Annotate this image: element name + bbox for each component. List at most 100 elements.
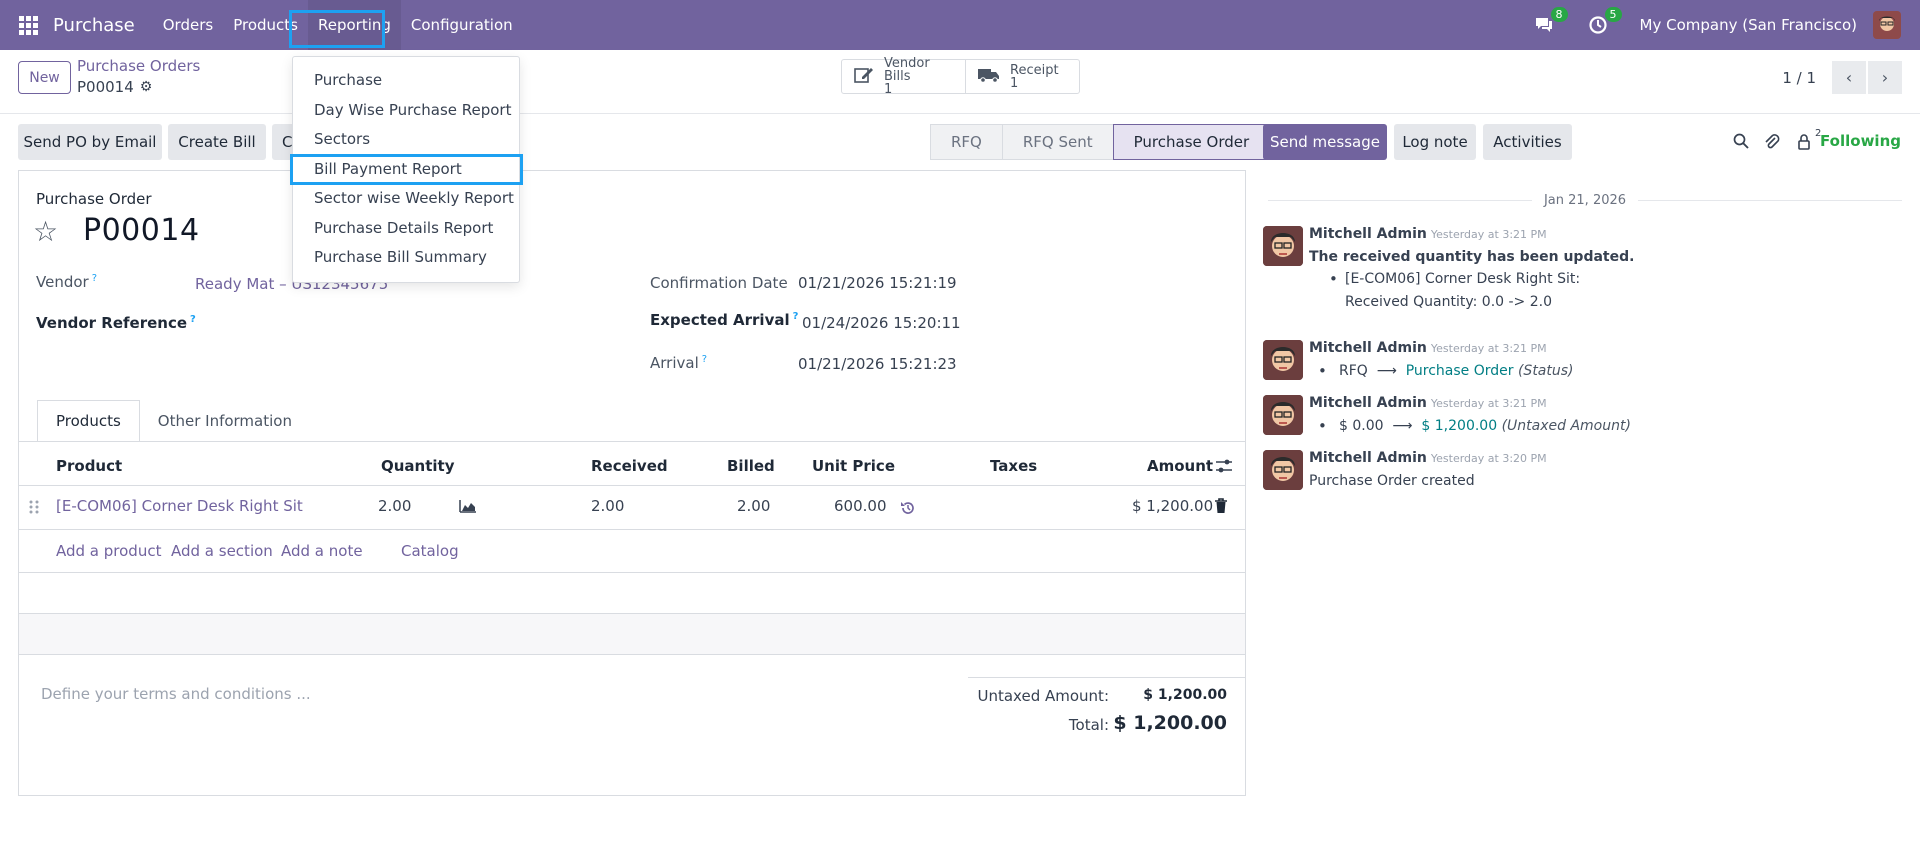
message-author: Mitchell Admin Yesterday at 3:21 PM: [1309, 395, 1547, 411]
control-panel: New Purchase Orders P00014 ⚙ Vendor Bill…: [0, 50, 1920, 114]
menu-item-sectors[interactable]: Sectors: [293, 125, 519, 153]
help-icon[interactable]: ?: [702, 354, 707, 365]
user-avatar[interactable]: [1873, 11, 1901, 39]
vendor-bills-count: 1: [884, 82, 893, 97]
record-name-label: P00014: [77, 78, 134, 96]
col-received[interactable]: Received: [591, 457, 668, 475]
pager-value[interactable]: 1 / 1: [1782, 69, 1816, 87]
log-note-button[interactable]: Log note: [1394, 124, 1476, 160]
old-value: $ 0.00: [1339, 418, 1384, 434]
form-header-label: Purchase Order: [36, 190, 152, 208]
help-icon[interactable]: ?: [92, 273, 97, 284]
send-message-button[interactable]: Send message: [1263, 124, 1387, 160]
author-name[interactable]: Mitchell Admin: [1309, 395, 1427, 411]
trash-icon[interactable]: [1214, 498, 1228, 518]
add-product-link[interactable]: Add a product: [56, 542, 161, 560]
terms-conditions-input[interactable]: Define your terms and conditions ...: [41, 685, 311, 703]
menu-configuration[interactable]: Configuration: [401, 0, 523, 50]
top-navbar: Purchase Orders Products Reporting Confi…: [0, 0, 1920, 50]
pager-previous-button[interactable]: ‹: [1832, 61, 1866, 94]
star-icon[interactable]: ☆: [33, 215, 58, 248]
messages-icon[interactable]: 8: [1532, 7, 1568, 37]
col-taxes[interactable]: Taxes: [990, 457, 1037, 475]
confirmation-date-label: Confirmation Date: [650, 274, 788, 292]
author-avatar[interactable]: [1263, 450, 1303, 490]
author-name[interactable]: Mitchell Admin: [1309, 450, 1427, 466]
col-product[interactable]: Product: [56, 457, 122, 475]
send-po-email-button[interactable]: Send PO by Email: [18, 124, 162, 160]
stage-purchase-order[interactable]: Purchase Order: [1112, 124, 1271, 160]
menu-item-day-wise-purchase-report[interactable]: Day Wise Purchase Report: [293, 96, 519, 124]
new-button[interactable]: New: [18, 61, 71, 94]
col-billed[interactable]: Billed: [727, 457, 775, 475]
receipt-count: 1: [1010, 75, 1019, 91]
table-row[interactable]: [E-COM06] Corner Desk Right Sit 2.00 2.0…: [19, 486, 1245, 530]
help-icon[interactable]: ?: [190, 314, 196, 325]
catalog-link[interactable]: Catalog: [401, 542, 459, 560]
vendor-bills-button[interactable]: Vendor Bills 1: [842, 57, 965, 96]
column-settings-icon[interactable]: [1215, 458, 1233, 478]
arrow-right-icon: ⟶: [1387, 418, 1417, 434]
receipt-button[interactable]: Receipt 1: [965, 60, 1079, 93]
stage-rfq[interactable]: RFQ: [930, 124, 1002, 160]
row-received[interactable]: 2.00: [591, 497, 624, 515]
activities-button[interactable]: Activities: [1483, 124, 1572, 160]
row-unit-price[interactable]: 600.00: [834, 497, 887, 515]
menu-orders[interactable]: Orders: [153, 0, 223, 50]
col-amount[interactable]: Amount: [1147, 457, 1213, 475]
gear-icon[interactable]: ⚙: [140, 79, 153, 95]
tab-products[interactable]: Products: [37, 400, 140, 442]
drag-handle-icon[interactable]: [29, 499, 39, 519]
col-quantity[interactable]: Quantity: [381, 457, 455, 475]
bullet: •: [1318, 417, 1327, 435]
status-bar: RFQ RFQ Sent Purchase Order: [930, 124, 1271, 160]
company-switcher[interactable]: My Company (San Francisco): [1640, 16, 1857, 34]
add-lines-row: Add a product Add a section Add a note C…: [19, 530, 1245, 573]
total-label: Total:: [1068, 716, 1109, 734]
untaxed-amount-value: $ 1,200.00: [1143, 687, 1227, 703]
bullet: •: [1329, 270, 1338, 288]
menu-item-sector-wise-weekly-report[interactable]: Sector wise Weekly Report: [293, 184, 519, 212]
row-product[interactable]: [E-COM06] Corner Desk Right Sit: [56, 497, 303, 515]
expected-arrival-label-text: Expected Arrival: [650, 311, 790, 329]
date-separator: Jan 21, 2026: [1268, 190, 1902, 210]
pager-next-button[interactable]: ›: [1868, 61, 1902, 94]
following-button[interactable]: Following: [1820, 132, 1901, 150]
breadcrumb[interactable]: Purchase Orders: [77, 57, 200, 75]
tab-other-information[interactable]: Other Information: [140, 400, 310, 442]
search-icon[interactable]: [1733, 133, 1749, 153]
paperclip-icon[interactable]: [1764, 133, 1780, 155]
author-name[interactable]: Mitchell Admin: [1309, 226, 1427, 242]
add-note-link[interactable]: Add a note: [281, 542, 363, 560]
record-name: P00014 ⚙: [77, 78, 152, 96]
message-time: Yesterday at 3:21 PM: [1430, 228, 1547, 241]
row-quantity[interactable]: 2.00: [378, 497, 411, 515]
confirmation-date-field[interactable]: 01/21/2026 15:21:19: [798, 274, 957, 292]
chatter-message: Mitchell Admin Yesterday at 3:21 PM • $ 0…: [1263, 395, 1903, 439]
menu-item-purchase-details-report[interactable]: Purchase Details Report: [293, 214, 519, 242]
message-time: Yesterday at 3:21 PM: [1430, 342, 1547, 355]
forecast-chart-icon[interactable]: [459, 499, 477, 517]
author-avatar[interactable]: [1263, 340, 1303, 380]
col-unit-price[interactable]: Unit Price: [812, 457, 895, 475]
author-avatar[interactable]: [1263, 226, 1303, 266]
followers-icon[interactable]: [1796, 133, 1812, 155]
arrival-field[interactable]: 01/21/2026 15:21:23: [798, 355, 957, 373]
menu-item-purchase[interactable]: Purchase: [293, 66, 519, 94]
author-avatar[interactable]: [1263, 395, 1303, 435]
tabs-divider: [19, 441, 1245, 442]
activities-icon[interactable]: 5: [1586, 7, 1622, 37]
reporting-menu-highlight: [289, 10, 385, 48]
row-billed[interactable]: 2.00: [737, 497, 770, 515]
help-icon[interactable]: ?: [793, 311, 799, 322]
author-name[interactable]: Mitchell Admin: [1309, 340, 1427, 356]
stage-rfq-sent[interactable]: RFQ Sent: [1001, 124, 1113, 160]
history-icon[interactable]: [900, 500, 916, 520]
create-bill-button[interactable]: Create Bill: [168, 124, 266, 160]
app-name[interactable]: Purchase: [53, 15, 135, 36]
expected-arrival-field[interactable]: 01/24/2026 15:20:11: [802, 314, 961, 332]
apps-grid-icon[interactable]: [19, 15, 39, 35]
add-section-link[interactable]: Add a section: [171, 542, 273, 560]
truck-icon: [978, 67, 1000, 86]
menu-item-purchase-bill-summary[interactable]: Purchase Bill Summary: [293, 243, 519, 271]
